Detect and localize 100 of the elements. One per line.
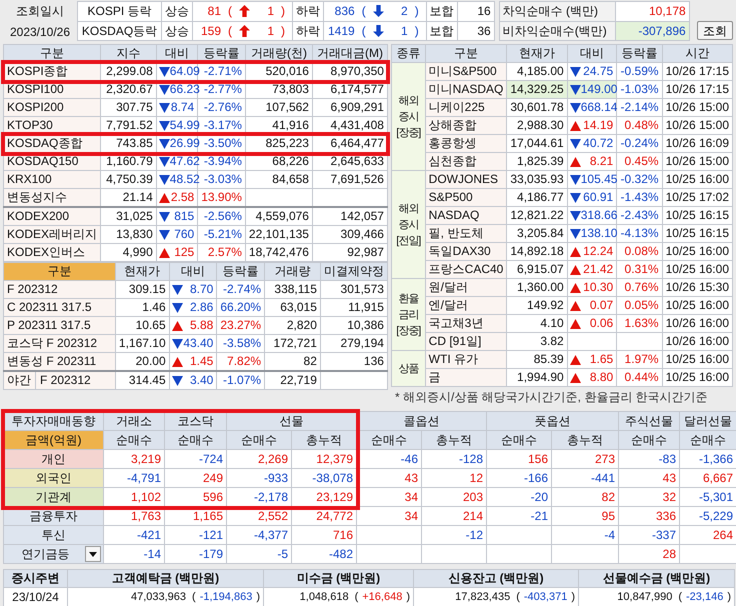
market-name: S&P500 (428, 190, 473, 204)
query-button[interactable]: 조회 (697, 21, 733, 40)
column-header: 등락률 (216, 262, 265, 280)
net-value: -5,301 (698, 490, 733, 504)
column-header: 고객예탁금 (백만원) (68, 570, 264, 588)
price-value: 3,205.84 (517, 226, 564, 240)
investor-name: 금융투자 (28, 508, 78, 524)
column-header: 순매수 (164, 430, 226, 450)
net-value: -38,078 (312, 470, 353, 484)
net-value: 23,129 (316, 490, 353, 504)
decline-label: 하락 (292, 2, 324, 21)
advancing-count: 159 (200, 22, 221, 40)
investor-name: 투신 (40, 526, 66, 544)
market-name: 금 (428, 370, 441, 384)
column-header: 순매수 (486, 430, 552, 450)
column-header: 현재가 (506, 44, 568, 62)
price-value: 14,892.18 (510, 244, 564, 258)
amount-value: 6,174,577 (330, 82, 384, 96)
change-value: 138.10 (580, 226, 618, 240)
column-header: 거래량 (264, 262, 320, 280)
contract-name: C 202311 317.5 (7, 300, 92, 314)
change-value: 26.99 (170, 136, 200, 150)
price-value: 4,186.77 (517, 190, 564, 204)
time-value: 10/26 16:00 (666, 316, 729, 330)
change-value: 54.99 (170, 118, 200, 132)
price-value: 14,329.25 (510, 82, 564, 96)
index-value: 2,320.67 (106, 82, 153, 96)
volume-value: 825,223 (266, 136, 309, 150)
date-label: 조회일시 (16, 3, 64, 20)
column-group-header: 풋옵션 (486, 412, 618, 430)
index-value: 7,791.52 (106, 118, 153, 132)
contract-name: F 202312 (7, 282, 58, 296)
column-header: 미결제약정 (320, 262, 388, 280)
net-value: -4,377 (254, 528, 288, 542)
change-rate: -2.56% (204, 209, 242, 223)
net-value: -5 (277, 546, 288, 560)
decline-label: 하락 (292, 21, 324, 40)
market-name: NASDAQ (428, 208, 480, 222)
change-rate: 1.63% (624, 316, 659, 330)
change-rate: -5.21% (204, 227, 242, 241)
change-rate: -0.32% (620, 172, 659, 186)
price-value: 20.00 (136, 354, 166, 368)
volume-value: 22,101,135 (248, 227, 309, 241)
date-text: 2023/10/26 (10, 24, 70, 39)
volume-value: 22,719 (280, 373, 317, 387)
investor-name: 외국인 (34, 470, 72, 486)
change-rate: -1.07% (223, 373, 262, 387)
up-arrow-icon (239, 5, 250, 18)
amount-value: 17,823,435 (454, 590, 512, 604)
change-value: 0.06 (590, 316, 614, 330)
column-header: 총누적 (552, 430, 618, 450)
index-value: 4,750.39 (106, 172, 153, 186)
net-value: 95 (602, 508, 615, 522)
change-value: 40.72 (583, 136, 614, 150)
dropdown-button[interactable] (85, 546, 101, 562)
change-rate: -2.43% (620, 208, 659, 222)
amount-value: 6,909,291 (330, 100, 384, 114)
net-value: 596 (202, 490, 223, 504)
net-value: 6,667 (702, 470, 733, 484)
unchanged-label: 보합 (426, 21, 458, 40)
change-value: 125 (174, 245, 194, 259)
open-interest-value: 301,573 (340, 282, 384, 296)
change-value: 66.23 (170, 82, 200, 96)
change-count: 1 (400, 22, 408, 40)
bracket: ( (677, 590, 684, 604)
price-value: 309.15 (128, 282, 166, 296)
index-value: 307.75 (116, 100, 153, 114)
change-value: 1.45 (190, 354, 214, 368)
change-value: 14.19 (583, 118, 614, 132)
change-value: 48.52 (170, 172, 200, 186)
change-rate: 0.76% (624, 280, 659, 294)
net-value: 336 (656, 508, 676, 522)
bracket: ( (360, 3, 367, 20)
change-rate: 2.57% (208, 245, 242, 259)
column-header: 신용잔고 (백만원) (414, 570, 578, 588)
down-arrow-icon (372, 24, 384, 37)
net-value: -14 (144, 546, 161, 560)
change-value: 12.24 (583, 244, 614, 258)
volume-value: 172,721 (274, 336, 317, 350)
index-name: KRX100 (7, 172, 52, 186)
price-value: 12,821.22 (510, 208, 564, 222)
bracket: ) (280, 3, 286, 20)
unchanged-count: 36 (457, 21, 494, 40)
bracket: ) (405, 590, 411, 604)
change-rate: -3.94% (204, 154, 242, 168)
bracket: ( (227, 3, 233, 20)
change-value: 318.66 (580, 208, 618, 222)
change-count: 2 (400, 3, 408, 20)
session-label: 야간 (7, 372, 36, 389)
net-value: -46 (400, 452, 418, 466)
change-value: 149.00 (580, 82, 618, 96)
investor-name: 기관계 (34, 488, 72, 506)
net-value: -4,791 (126, 470, 161, 484)
bracket: ( (227, 22, 233, 40)
bracket: ) (280, 22, 286, 40)
net-value: -20 (530, 490, 548, 504)
index-name: KTOP30 (7, 118, 53, 132)
amount-value: 92,987 (347, 245, 384, 259)
change-rate: -3.17% (204, 118, 242, 132)
column-header: 미수금 (백만원) (264, 570, 414, 588)
